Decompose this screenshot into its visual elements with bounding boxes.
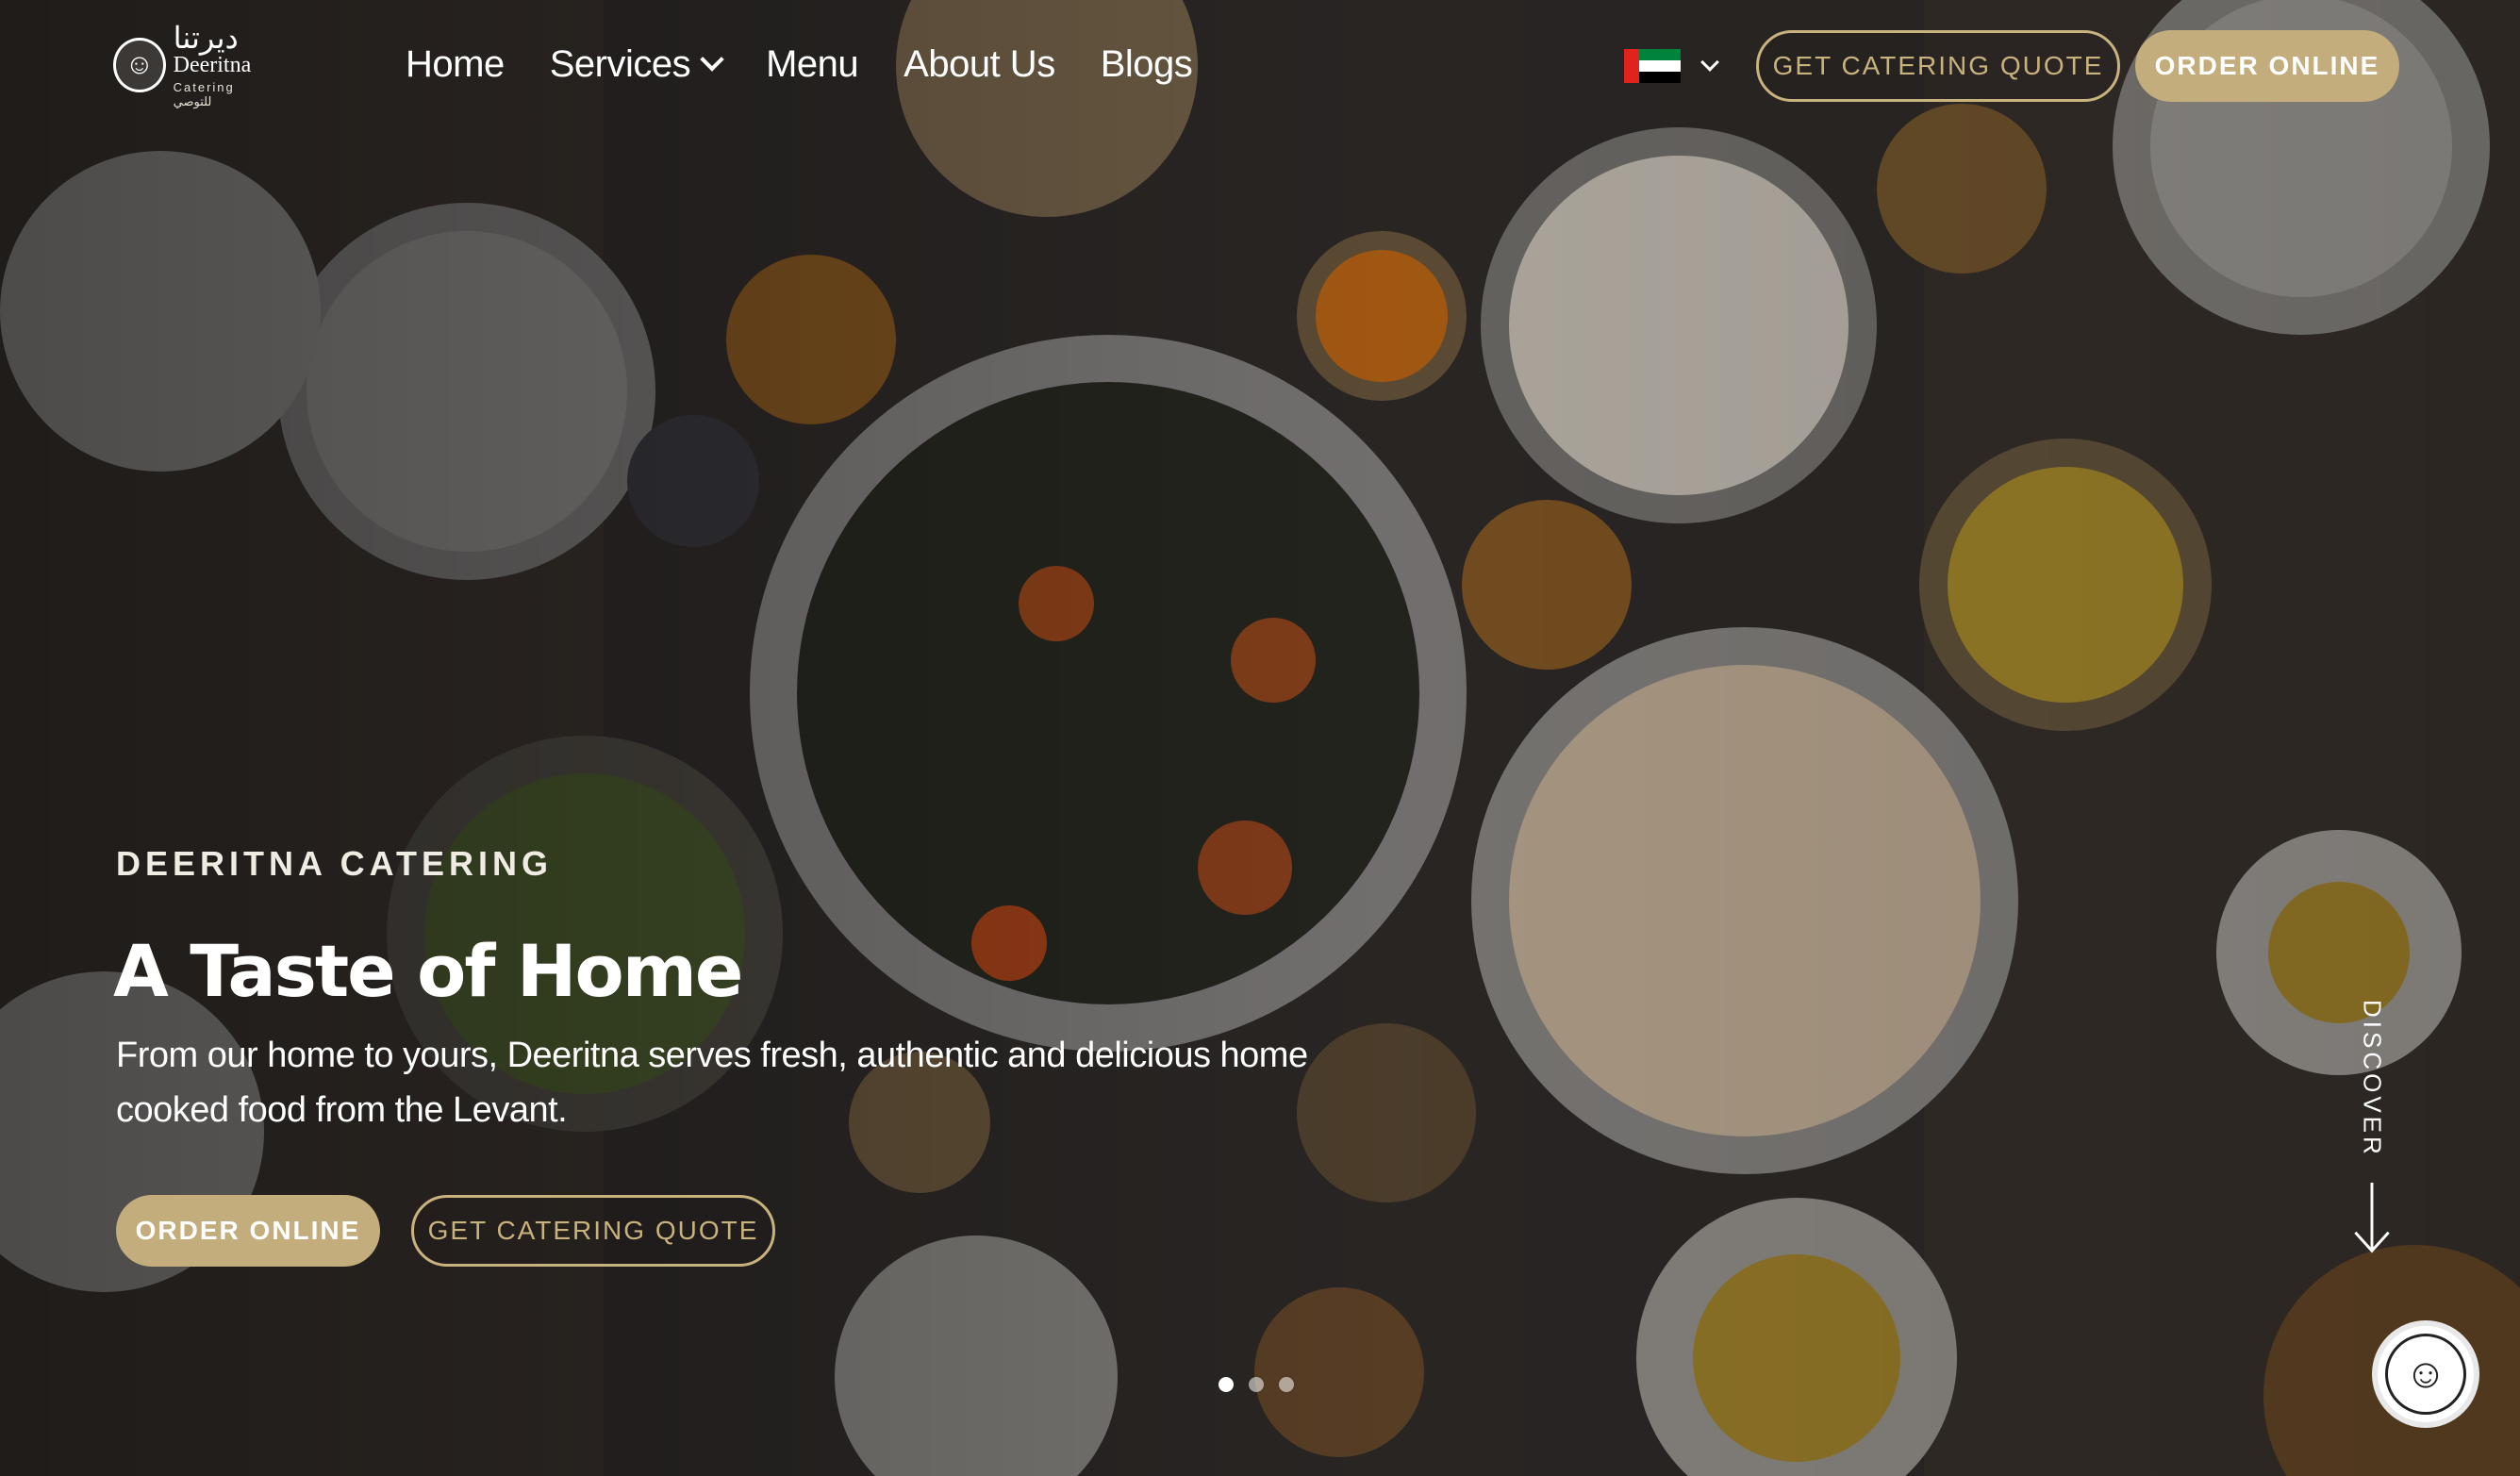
chevron-down-icon: [700, 47, 724, 72]
carousel-dots: [1219, 1377, 1294, 1392]
logo-tagline: Catering للتوصي: [173, 79, 235, 108]
nav-services-label: Services: [549, 42, 691, 85]
carousel-dot-3[interactable]: [1279, 1377, 1294, 1392]
hero-description: From our home to yours, Deeritna serves …: [116, 1036, 1308, 1130]
carousel-dot-1[interactable]: [1219, 1377, 1234, 1392]
chevron-down-icon: [1700, 53, 1719, 72]
hero-eyebrow: DEERITNA CATERING: [116, 844, 553, 883]
nav-blogs[interactable]: Blogs: [1101, 43, 1193, 86]
nav-menu-label: Menu: [766, 42, 859, 85]
logo-name: Deeritna: [173, 52, 252, 77]
hero-order-online-button[interactable]: ORDER ONLINE: [116, 1195, 380, 1267]
chef-portrait-icon: ☺: [2385, 1334, 2466, 1415]
hero-dark-overlay: [0, 0, 2520, 1476]
header-catering-quote-button[interactable]: GET CATERING QUOTE: [1756, 30, 2120, 102]
nav-about-us-label: About Us: [904, 42, 1055, 85]
discover-label: DISCOVER: [2358, 1000, 2387, 1158]
nav-home[interactable]: Home: [406, 43, 505, 86]
chef-portrait-icon: ☺: [113, 38, 166, 92]
language-selector[interactable]: [1624, 47, 1719, 85]
hero-title: A Taste of Home: [113, 929, 743, 1013]
logo-wordmark: ديرتنا Deeritna Catering للتوصي: [174, 22, 274, 109]
header-order-online-button[interactable]: ORDER ONLINE: [2135, 30, 2399, 102]
brand-logo[interactable]: ☺ ديرتنا Deeritna Catering للتوصي: [113, 22, 274, 109]
nav-blogs-label: Blogs: [1100, 42, 1193, 85]
nav-services[interactable]: Services: [549, 42, 724, 86]
arrow-down-icon: [2354, 1182, 2390, 1253]
logo-arabic: ديرتنا: [173, 19, 239, 56]
carousel-dot-2[interactable]: [1249, 1377, 1264, 1392]
floating-chef-badge[interactable]: ☺: [2372, 1320, 2479, 1428]
nav-about-us[interactable]: About Us: [904, 43, 1055, 86]
hero-catering-quote-button[interactable]: GET CATERING QUOTE: [411, 1195, 775, 1267]
nav-menu[interactable]: Menu: [766, 42, 859, 86]
main-nav: Home Services Menu About Us Blogs: [406, 36, 1193, 92]
uae-flag-icon: [1624, 49, 1681, 83]
nav-home-label: Home: [406, 42, 505, 85]
site-header: ☺ ديرتنا Deeritna Catering للتوصي Home S…: [0, 0, 2520, 132]
discover-scroll-link[interactable]: DISCOVER: [2348, 1000, 2396, 1254]
